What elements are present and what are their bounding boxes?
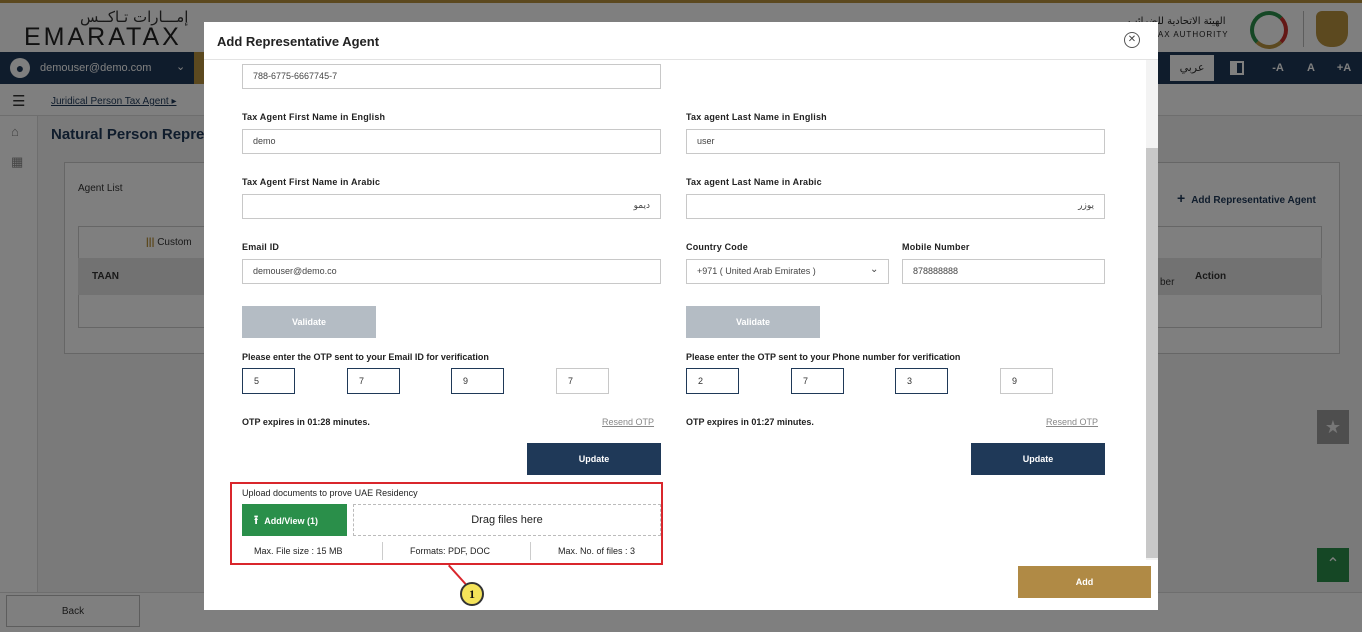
phone-otp-digit-2[interactable]: 7 [791,368,844,394]
drag-drop-zone[interactable]: Drag files here [353,504,661,536]
email-otp-digit-4[interactable]: 7 [556,368,609,394]
chevron-down-icon[interactable]: ⌄ [870,264,878,275]
phone-otp-digit-4[interactable]: 9 [1000,368,1053,394]
phone-otp-expiry: OTP expires in 01:27 minutes. [686,417,814,427]
add-button[interactable]: Add [1018,566,1151,598]
phone-otp-digit-1[interactable]: 2 [686,368,739,394]
mobile-number-field[interactable]: 878888888 [902,259,1105,284]
validate-phone-button[interactable]: Validate [686,306,820,338]
phone-otp-digit-3[interactable]: 3 [895,368,948,394]
add-representative-agent-modal: Add Representative Agent ✕ 788-6775-6667… [204,22,1158,610]
validate-email-button[interactable]: Validate [242,306,376,338]
max-file-size: Max. File size : 15 MB [254,546,343,556]
email-otp-digit-2[interactable]: 7 [347,368,400,394]
upload-button-label: Add/View (1) [264,516,319,526]
allowed-formats: Formats: PDF, DOC [410,546,491,556]
resend-email-otp-link[interactable]: Resend OTP [602,417,654,427]
callout-number-badge: 1 [460,582,484,606]
max-file-count: Max. No. of files : 3 [558,546,636,556]
first-name-en-field[interactable]: demo [242,129,661,154]
upload-icon: ⭱ [254,513,259,527]
modal-scrollbar-thumb[interactable] [1146,148,1158,558]
email-otp-digit-3[interactable]: 9 [451,368,504,394]
country-code-select[interactable]: +971 ( United Arab Emirates ) [686,259,889,284]
first-name-ar-field[interactable]: ديمو [242,194,661,219]
country-code-label: Country Code [686,242,748,252]
email-label: Email ID [242,242,280,252]
email-otp-expiry: OTP expires in 01:28 minutes. [242,417,370,427]
update-phone-button[interactable]: Update [971,443,1105,475]
resend-phone-otp-link[interactable]: Resend OTP [1046,417,1098,427]
update-email-button[interactable]: Update [527,443,661,475]
close-icon[interactable]: ✕ [1124,32,1140,48]
last-name-ar-label: Tax agent Last Name in Arabic [686,177,822,187]
mobile-number-label: Mobile Number [902,242,970,252]
tax-agent-number-field[interactable]: 788-6775-6667745-7 [242,64,661,89]
email-otp-label: Please enter the OTP sent to your Email … [242,352,489,362]
email-otp-digit-1[interactable]: 5 [242,368,295,394]
info-divider [382,542,383,560]
last-name-ar-field[interactable]: يوزر [686,194,1105,219]
email-field[interactable]: demouser@demo.co [242,259,661,284]
first-name-ar-label: Tax Agent First Name in Arabic [242,177,381,187]
add-view-upload-button[interactable]: ⭱ Add/View (1) [242,504,347,536]
phone-otp-label: Please enter the OTP sent to your Phone … [686,352,961,362]
modal-title: Add Representative Agent [217,34,380,49]
upload-label: Upload documents to prove UAE Residency [242,488,418,498]
last-name-en-field[interactable]: user [686,129,1105,154]
last-name-en-label: Tax agent Last Name in English [686,112,827,122]
first-name-en-label: Tax Agent First Name in English [242,112,386,122]
info-divider [530,542,531,560]
modal-header: Add Representative Agent ✕ [204,22,1158,60]
